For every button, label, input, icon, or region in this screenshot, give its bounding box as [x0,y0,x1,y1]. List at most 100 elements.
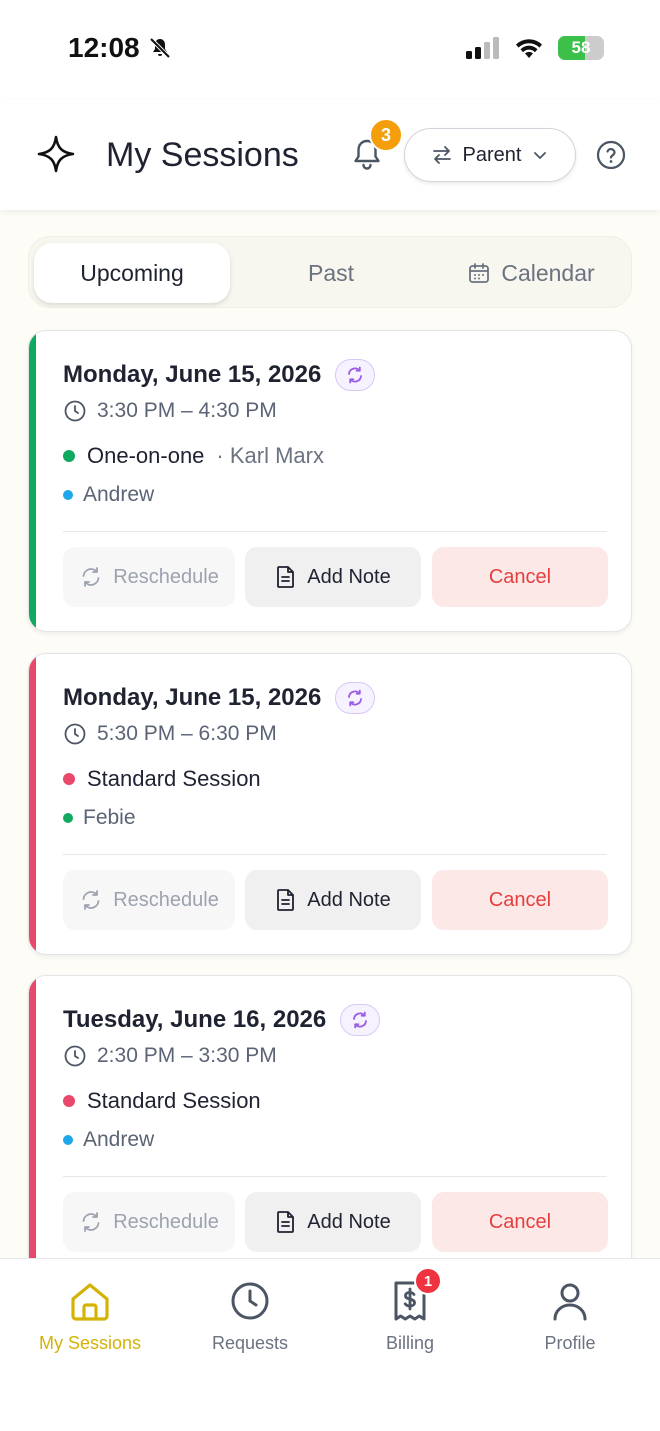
session-card[interactable]: Monday, June 15, 2026 3:30 PM – 4:30 PM … [28,330,632,632]
cancel-button[interactable]: Cancel [432,547,608,607]
add-note-label: Add Note [307,1210,391,1233]
user-icon [553,1283,587,1321]
session-type-dot [63,450,75,462]
session-type-dot [63,1095,75,1107]
session-date: Tuesday, June 16, 2026 [63,1006,327,1033]
cancel-button[interactable]: Cancel [432,870,608,930]
session-time: 3:30 PM – 4:30 PM [97,399,277,422]
tab-calendar[interactable]: Calendar [433,243,629,303]
session-date-row: Tuesday, June 16, 2026 [63,1004,381,1036]
student-dot [63,813,73,823]
clock-icon [231,1282,269,1320]
reschedule-button[interactable]: Reschedule [63,547,235,607]
tab-label: Upcoming [80,259,184,286]
reschedule-button[interactable]: Reschedule [63,870,235,930]
session-time-row: 5:30 PM – 6:30 PM [63,722,277,746]
session-type-row: Standard Session [63,766,273,792]
nav-label: Profile [544,1333,596,1353]
session-tabs: Upcoming Past Calendar [28,236,632,308]
session-date-row: Monday, June 15, 2026 [63,682,376,714]
recurring-badge [335,359,376,391]
session-type: One-on-one [87,443,205,468]
session-accent-bar [29,654,36,954]
clock-icon [64,400,86,422]
sparkle-logo-icon [37,135,75,173]
battery-level: 58 [571,38,591,57]
add-note-button[interactable]: Add Note [245,547,421,607]
cancel-button[interactable]: Cancel [432,1192,608,1252]
status-time: 12:08 [68,32,172,64]
status-icons: 58 [466,36,604,60]
student-name: Andrew [83,1128,155,1151]
refresh-icon [82,567,100,587]
repeat-icon [348,366,363,384]
nav-label: My Sessions [38,1333,142,1353]
card-divider [63,854,607,855]
session-type-dot [63,773,75,785]
cancel-label: Cancel [488,888,552,911]
session-type-row: One-on-one · Karl Marx [63,443,324,469]
cancel-label: Cancel [488,1210,552,1233]
battery-indicator: 58 [558,36,604,60]
add-note-button[interactable]: Add Note [245,1192,421,1252]
tab-past[interactable]: Past [233,243,429,303]
swap-arrows-icon [432,146,451,164]
recurring-badge [340,1004,381,1036]
help-circle-icon[interactable] [596,140,626,170]
nav-my-sessions[interactable]: My Sessions [10,1279,170,1354]
clock-icon [64,723,86,745]
chevron-down-icon [534,152,547,159]
clock-icon [64,1045,86,1067]
session-type: Standard Session [87,1088,261,1113]
home-icon [71,1283,109,1321]
status-bar: 12:08 58 [0,0,660,100]
reschedule-label: Reschedule [113,565,219,588]
bottom-navigation: My Sessions Requests 1 Billing Profile [0,1258,660,1431]
billing-icon-wrap: 1 [388,1267,442,1323]
add-note-label: Add Note [307,565,391,588]
add-note-button[interactable]: Add Note [245,870,421,930]
session-card[interactable]: Monday, June 15, 2026 5:30 PM – 6:30 PM … [28,653,632,955]
billing-badge: 1 [414,1267,442,1295]
nav-requests[interactable]: Requests [170,1279,330,1354]
calendar-icon [469,263,490,283]
repeat-icon [353,1011,368,1029]
document-icon [277,566,295,588]
session-card[interactable]: Tuesday, June 16, 2026 2:30 PM – 3:30 PM… [28,975,632,1277]
student-name: Andrew [83,483,155,506]
wifi-icon [516,39,542,58]
refresh-icon [82,890,100,910]
tab-upcoming[interactable]: Upcoming [34,243,230,303]
reschedule-label: Reschedule [113,1210,219,1233]
bell-muted-icon [149,37,171,59]
document-icon [277,1211,295,1233]
student-row: Febie [63,806,136,830]
student-dot [63,490,73,500]
clock-text: 12:08 [68,32,140,63]
page-title: My Sessions [106,136,299,174]
nav-profile[interactable]: Profile [490,1279,650,1354]
notification-count-badge: 3 [369,118,403,152]
session-type-row: Standard Session [63,1088,273,1114]
tab-label: Calendar [501,259,595,286]
session-accent-bar [29,976,36,1276]
cancel-label: Cancel [488,565,552,588]
repeat-icon [348,689,363,707]
card-divider [63,1176,607,1177]
student-row: Andrew [63,1128,154,1152]
tab-label: Past [307,259,355,286]
session-time: 2:30 PM – 3:30 PM [97,1044,277,1067]
tutor-name: · Karl Marx [216,443,324,468]
nav-billing[interactable]: 1 Billing [330,1267,490,1354]
reschedule-button[interactable]: Reschedule [63,1192,235,1252]
nav-label: Requests [211,1333,289,1353]
session-date: Monday, June 15, 2026 [63,684,322,711]
session-time-row: 3:30 PM – 4:30 PM [63,399,277,423]
session-accent-bar [29,331,36,631]
session-type: Standard Session [87,766,261,791]
role-switch-button[interactable]: Parent [404,128,576,182]
role-label: Parent [462,143,522,166]
signal-icon [466,37,499,59]
session-date: Monday, June 15, 2026 [63,361,322,388]
document-icon [277,889,295,911]
